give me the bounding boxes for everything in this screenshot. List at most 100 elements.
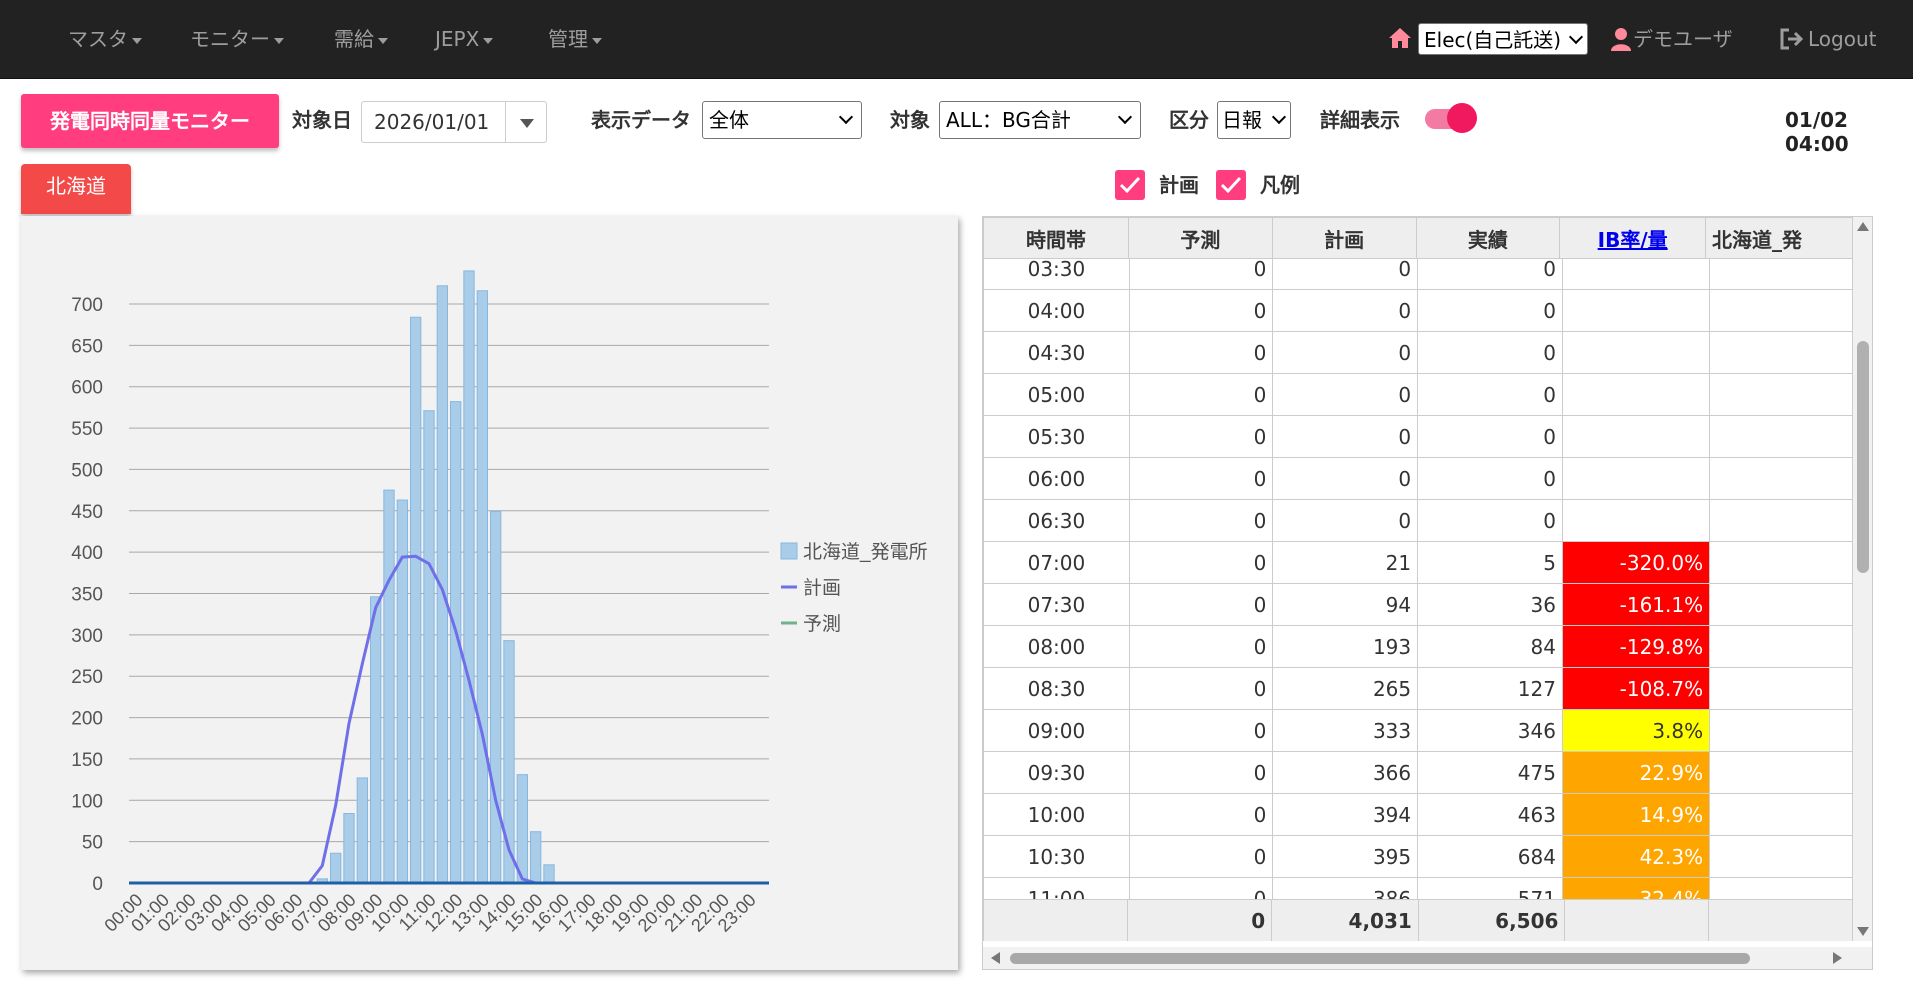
scroll-down-icon[interactable]: [1857, 927, 1869, 936]
total-ib-rate: [1564, 899, 1710, 941]
table-row[interactable]: 05:30 0 0 0: [983, 415, 1853, 458]
logout-label: Logout: [1808, 27, 1877, 51]
bar: [543, 864, 555, 884]
table-row[interactable]: 10:30 0 395 684 42.3%: [983, 835, 1853, 878]
cell-time: 04:30: [983, 331, 1130, 374]
bar: [343, 813, 355, 884]
y-tick-label: 300: [71, 626, 103, 647]
user-icon: [1611, 28, 1631, 51]
cell-forecast: 0: [1128, 793, 1274, 836]
menu-master[interactable]: マスタ: [68, 26, 142, 52]
y-tick-label: 400: [71, 543, 103, 564]
scroll-left-icon[interactable]: [991, 952, 1000, 964]
cell-hokkaido-plant: [1709, 625, 1853, 668]
chevron-down-icon: [1271, 109, 1287, 125]
monitor-button[interactable]: 発電同時同量モニター: [21, 94, 279, 148]
col-header-time[interactable]: 時間帯: [983, 217, 1130, 259]
target-select[interactable]: ALL：BG合計: [939, 101, 1141, 139]
elec-select[interactable]: Elec(自己託送): [1418, 23, 1588, 55]
timestamp: 01/02 04:00: [1785, 108, 1849, 156]
bar: [383, 489, 395, 884]
table-row[interactable]: 11:00 0 386 571 32.4%: [983, 877, 1853, 899]
cell-forecast: 0: [1128, 289, 1274, 332]
cell-time: 08:00: [983, 625, 1130, 668]
logout-link[interactable]: Logout: [1808, 26, 1876, 52]
cell-plan: 0: [1272, 289, 1419, 332]
table-row[interactable]: 06:30 0 0 0: [983, 499, 1853, 542]
bar: [530, 831, 542, 884]
cell-hokkaido-plant: [1709, 415, 1853, 458]
table-row[interactable]: 09:30 0 366 475 22.9%: [983, 751, 1853, 794]
cell-time: 09:30: [983, 751, 1130, 794]
user-menu[interactable]: デモユーザ: [1633, 26, 1733, 52]
table-row[interactable]: 08:00 0 193 84 -129.8%: [983, 625, 1853, 668]
chevron-down-icon: [838, 109, 854, 125]
display-data-select[interactable]: 全体: [702, 101, 862, 139]
region-tab-hokkaido[interactable]: 北海道: [21, 164, 131, 214]
cell-time: 04:00: [983, 289, 1130, 332]
chevron-down-icon: [132, 37, 142, 44]
y-tick-label: 0: [92, 874, 103, 895]
cell-forecast: 0: [1128, 457, 1274, 500]
cell-plan: 193: [1272, 625, 1419, 668]
table-row[interactable]: 04:30 0 0 0: [983, 331, 1853, 374]
plan-checkbox[interactable]: [1115, 170, 1145, 200]
menu-jepx[interactable]: JEPX: [435, 26, 494, 52]
table-row[interactable]: 07:00 0 21 5 -320.0%: [983, 541, 1853, 584]
col-header-ib-rate[interactable]: IB率/量: [1559, 217, 1706, 259]
bar: [516, 774, 528, 884]
date-picker[interactable]: 2026/01/01: [361, 101, 547, 143]
menu-monitor[interactable]: モニター: [190, 26, 284, 52]
scroll-up-icon[interactable]: [1857, 222, 1869, 231]
cell-hokkaido-plant: [1709, 709, 1853, 752]
table-row[interactable]: 06:00 0 0 0: [983, 457, 1853, 500]
y-tick-label: 100: [71, 791, 103, 812]
table-row[interactable]: 10:00 0 394 463 14.9%: [983, 793, 1853, 836]
generation-chart: 0 50 100 150 200 250 300 350 400 450 500 550 600 650 7…: [71, 270, 928, 936]
calendar-dropdown-icon[interactable]: [520, 119, 534, 128]
table-row[interactable]: 08:30 0 265 127 -108.7%: [983, 667, 1853, 710]
vertical-scroll-thumb[interactable]: [1857, 341, 1869, 573]
cell-ib-rate: 32.4%: [1561, 877, 1711, 899]
horizontal-scroll-thumb[interactable]: [1010, 953, 1750, 964]
cell-actual: 0: [1417, 259, 1563, 290]
horizontal-scrollbar[interactable]: [983, 947, 1872, 969]
home-icon[interactable]: [1388, 26, 1412, 50]
col-header-forecast[interactable]: 予測: [1128, 217, 1273, 259]
table-body-scroll[interactable]: 03:30 0 0 0 04:00 0 0 0 04:30 0 0 0 05:00 0 0 0 05:30 0 0 0…: [983, 259, 1853, 899]
menu-admin[interactable]: 管理: [548, 26, 602, 52]
bar: [370, 596, 382, 884]
bar: [356, 777, 368, 884]
legend-checkbox[interactable]: [1216, 170, 1246, 200]
bar: [463, 270, 475, 884]
table-row[interactable]: 04:00 0 0 0: [983, 289, 1853, 332]
bar: [410, 316, 422, 884]
detail-toggle[interactable]: [1425, 103, 1477, 133]
table-row[interactable]: 03:30 0 0 0: [983, 259, 1853, 290]
legend-label: 予測: [803, 613, 841, 635]
y-tick-label: 250: [71, 667, 103, 688]
category-select[interactable]: 日報: [1217, 101, 1291, 139]
cell-actual: 571: [1417, 877, 1563, 899]
cell-time: 05:30: [983, 415, 1130, 458]
col-header-actual[interactable]: 実績: [1415, 217, 1561, 259]
cell-plan: 0: [1272, 373, 1419, 416]
y-tick-label: 500: [71, 460, 103, 481]
total-actual: 6,506: [1417, 899, 1566, 941]
menu-supply-demand[interactable]: 需給: [334, 26, 388, 52]
cell-hokkaido-plant: [1709, 457, 1853, 500]
table-row[interactable]: 07:30 0 94 36 -161.1%: [983, 583, 1853, 626]
cell-time: 05:00: [983, 373, 1130, 416]
ib-rate-link[interactable]: IB率/量: [1598, 228, 1668, 252]
table-totals: 0 4,031 6,506: [983, 899, 1853, 941]
cell-plan: 0: [1272, 415, 1419, 458]
col-header-hokkaido-plant[interactable]: 北海道_発: [1704, 217, 1853, 259]
table-row[interactable]: 05:00 0 0 0: [983, 373, 1853, 416]
scroll-right-icon[interactable]: [1833, 952, 1842, 964]
table-row[interactable]: 09:00 0 333 346 3.8%: [983, 709, 1853, 752]
cell-ib-rate: -320.0%: [1561, 541, 1711, 584]
cell-time: 07:30: [983, 583, 1130, 626]
col-header-plan[interactable]: 計画: [1271, 217, 1417, 259]
vertical-scrollbar[interactable]: [1853, 217, 1872, 941]
y-tick-label: 350: [71, 585, 103, 606]
